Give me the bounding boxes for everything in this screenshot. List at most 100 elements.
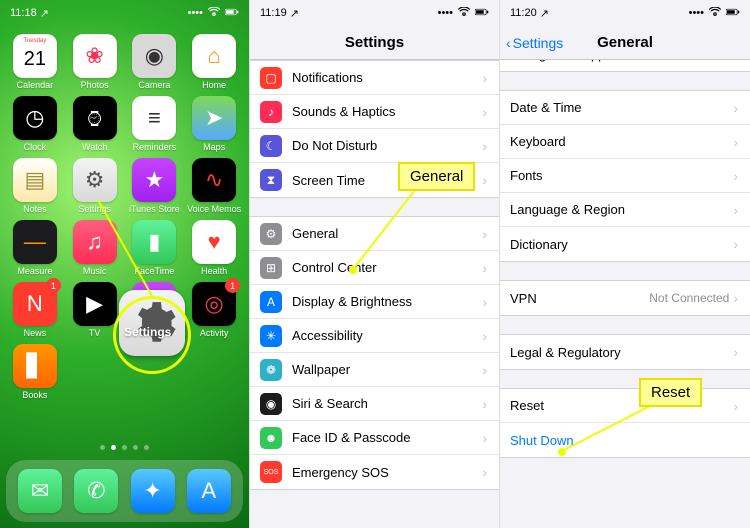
phone-icon[interactable]: ✆: [74, 469, 118, 513]
notes-icon: ▤: [13, 158, 57, 202]
general-row-date-time[interactable]: Date & Time›: [500, 91, 750, 125]
app-activity[interactable]: ◎1 Activity: [185, 282, 243, 338]
callout-dot: [349, 266, 357, 274]
settings-row-display-brightness[interactable]: ADisplay & Brightness›: [250, 285, 499, 319]
chevron-right-icon: ›: [482, 260, 487, 276]
chevron-right-icon: ›: [733, 398, 738, 414]
row-label: Legal & Regulatory: [510, 345, 733, 360]
chevron-right-icon: ›: [733, 344, 738, 360]
app-settings[interactable]: ⚙Settings: [66, 158, 124, 214]
chevron-right-icon: ›: [482, 464, 487, 480]
settings-row-wallpaper[interactable]: ❁Wallpaper›: [250, 353, 499, 387]
row-label: VPN: [510, 291, 649, 306]
app-tv[interactable]: ▶TV: [66, 282, 124, 338]
settings-row-accessibility[interactable]: ✳︎Accessibility›: [250, 319, 499, 353]
app-label: Home: [202, 80, 226, 90]
general-row-vpn[interactable]: VPNNot Connected›: [500, 281, 750, 315]
app-facetime[interactable]: ▮FaceTime: [126, 220, 184, 276]
tv-icon: ▶: [73, 282, 117, 326]
general-row-fonts[interactable]: Fonts›: [500, 159, 750, 193]
settings-list[interactable]: ▢Notifications›♪Sounds & Haptics›☾Do Not…: [250, 60, 499, 528]
general-row-keyboard[interactable]: Keyboard›: [500, 125, 750, 159]
app-label: Measure: [17, 266, 52, 276]
row-label: Date & Time: [510, 100, 733, 115]
app-label: Voice Memos: [187, 204, 241, 214]
general-row-shut-down[interactable]: Shut Down: [500, 423, 750, 457]
app-camera[interactable]: ◉Camera: [126, 34, 184, 90]
sounds-haptics-icon: ♪: [260, 101, 282, 123]
battery-icon: [475, 7, 489, 20]
app-news[interactable]: N1 News: [6, 282, 64, 338]
row-label: General: [292, 226, 482, 241]
app-voice-memos[interactable]: ∿Voice Memos: [185, 158, 243, 214]
app-label: Books: [22, 390, 47, 400]
general-panel: 11:20 ↗ •••• ‹ Settings General Backgrou…: [500, 0, 750, 528]
settings-app-large[interactable]: [119, 290, 185, 356]
app-watch[interactable]: ⌚︎Watch: [66, 96, 124, 152]
chevron-right-icon: ›: [482, 328, 487, 344]
chevron-right-icon: ›: [482, 172, 487, 188]
row-label: Do Not Disturb: [292, 138, 482, 153]
app-label: Activity: [200, 328, 229, 338]
app-label: FaceTime: [135, 266, 175, 276]
safari-icon[interactable]: ✦: [131, 469, 175, 513]
app-label: Settings: [78, 204, 111, 214]
notifications-icon: ▢: [260, 67, 282, 89]
activity-icon: ◎1: [192, 282, 236, 326]
battery-icon: [726, 7, 740, 20]
settings-row-notifications[interactable]: ▢Notifications›: [250, 61, 499, 95]
app-maps[interactable]: ➤Maps: [185, 96, 243, 152]
app-music[interactable]: ♫Music: [66, 220, 124, 276]
row-label: Keyboard: [510, 134, 733, 149]
general-list[interactable]: Background App Refresh›Date & Time›Keybo…: [500, 50, 750, 528]
page-indicator[interactable]: [0, 445, 249, 450]
settings-row-emergency-sos[interactable]: SOSEmergency SOS›: [250, 455, 499, 489]
app-home[interactable]: ⌂ Home: [185, 34, 243, 90]
settings-row-face-id-passcode[interactable]: ☻Face ID & Passcode›: [250, 421, 499, 455]
settings-row-general[interactable]: ⚙ General›: [250, 217, 499, 251]
messages-icon[interactable]: ✉︎: [18, 469, 62, 513]
chevron-right-icon: ›: [482, 294, 487, 310]
location-icon: ↗: [40, 7, 49, 20]
face-id-passcode-icon: ☻: [260, 427, 282, 449]
app-reminders[interactable]: ≡Reminders: [126, 96, 184, 152]
app-itunes-store[interactable]: ★iTunes Store: [126, 158, 184, 214]
general-icon: ⚙: [260, 223, 282, 245]
back-button[interactable]: ‹ Settings: [506, 26, 563, 60]
settings-row-sounds-haptics[interactable]: ♪Sounds & Haptics›: [250, 95, 499, 129]
appstore-icon[interactable]: A: [187, 469, 231, 513]
general-row-reset[interactable]: Reset›: [500, 389, 750, 423]
chevron-right-icon: ›: [733, 202, 738, 218]
chevron-right-icon: ›: [482, 226, 487, 242]
music-icon: ♫: [73, 220, 117, 264]
app-notes[interactable]: ▤Notes: [6, 158, 64, 214]
app-books[interactable]: ▋ Books: [6, 344, 64, 400]
status-bar: 11:19 ↗ ••••: [250, 0, 499, 26]
news-icon: N1: [13, 282, 57, 326]
settings-row-control-center[interactable]: ⊞Control Center›: [250, 251, 499, 285]
general-row-legal-regulatory[interactable]: Legal & Regulatory›: [500, 335, 750, 369]
wifi-icon: [708, 7, 722, 20]
health-icon: ♥: [192, 220, 236, 264]
callout-general: General: [398, 162, 475, 191]
app-label: News: [24, 328, 47, 338]
watch-icon: ⌚︎: [73, 96, 117, 140]
books-icon: ▋: [13, 344, 57, 388]
general-row-dictionary[interactable]: Dictionary›: [500, 227, 750, 261]
settings-row-siri-search[interactable]: ◉Siri & Search›: [250, 387, 499, 421]
back-label: Settings: [513, 35, 564, 51]
home-icon: ⌂: [192, 34, 236, 78]
app-label: Camera: [138, 80, 170, 90]
status-bar: 11:18 ↗ ••••: [0, 0, 249, 26]
general-row-language-region[interactable]: Language & Region›: [500, 193, 750, 227]
app-clock[interactable]: ◷Clock: [6, 96, 64, 152]
row-label: Accessibility: [292, 328, 482, 343]
app-photos[interactable]: ❀Photos: [66, 34, 124, 90]
row-label: Emergency SOS: [292, 465, 482, 480]
app-measure[interactable]: —Measure: [6, 220, 64, 276]
callout-reset: Reset: [639, 378, 702, 407]
app-calendar[interactable]: Tuesday21Calendar: [6, 34, 64, 90]
settings-row-do-not-disturb[interactable]: ☾Do Not Disturb›: [250, 129, 499, 163]
app-health[interactable]: ♥Health: [185, 220, 243, 276]
badge: 1: [46, 278, 61, 293]
